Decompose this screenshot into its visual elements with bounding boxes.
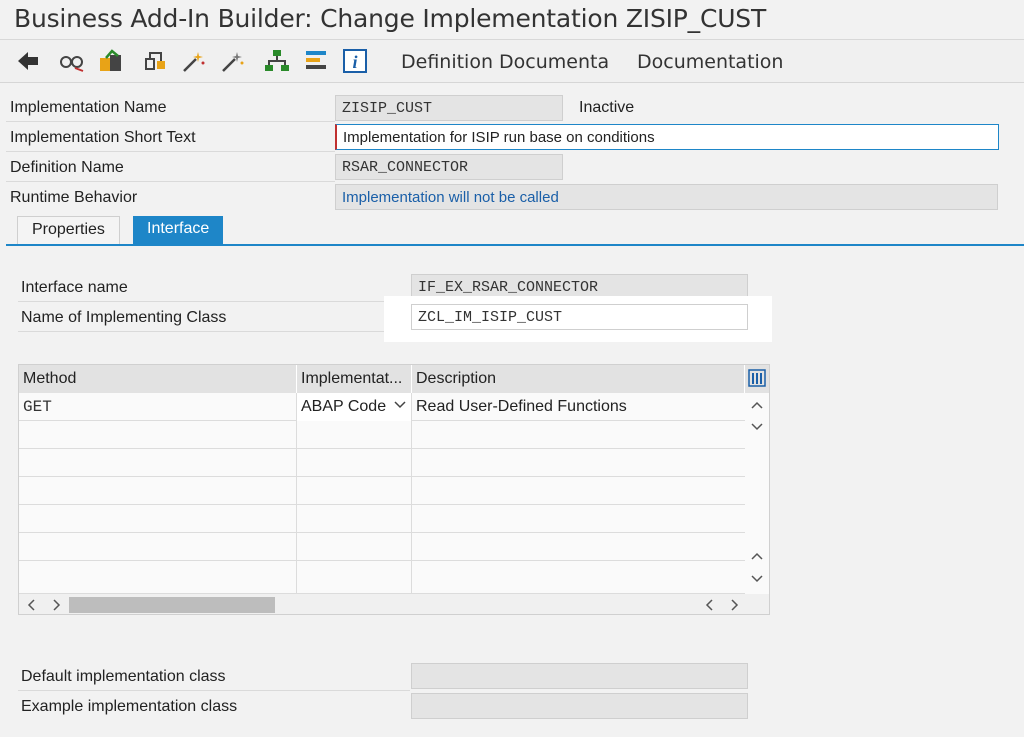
runtime-behavior-label: Runtime Behavior <box>10 189 138 206</box>
overview-list-icon[interactable] <box>303 48 329 74</box>
column-header-implementation[interactable]: Implementat... <box>297 365 412 393</box>
window-title: Business Add-In Builder: Change Implemen… <box>14 4 767 33</box>
documentation-button[interactable]: Documentation <box>637 51 783 73</box>
table-row[interactable] <box>19 477 745 505</box>
svg-text:i: i <box>352 52 357 72</box>
implementation-cell <box>297 449 412 477</box>
scroll-down-icon[interactable] <box>751 419 763 435</box>
implementation-cell <box>297 421 412 449</box>
implementation-cell <box>297 505 412 533</box>
horizontal-scroll-thumb[interactable] <box>69 597 275 613</box>
table-row[interactable] <box>19 449 745 477</box>
hierarchy-icon[interactable] <box>264 48 290 74</box>
tab-strip-divider <box>6 244 1024 246</box>
methods-table: Method Implementat... Description GET AB… <box>18 364 770 615</box>
impl-status: Inactive <box>579 99 635 116</box>
method-cell <box>19 533 297 561</box>
table-settings-icon[interactable] <box>745 365 769 393</box>
scroll-left-icon[interactable] <box>705 598 715 614</box>
row-divider <box>6 151 335 152</box>
short-text-input[interactable]: Implementation for ISIP run base on cond… <box>335 124 999 150</box>
table-row[interactable] <box>19 533 745 561</box>
default-class-label: Default implementation class <box>21 668 226 685</box>
impl-name-label: Implementation Name <box>10 99 167 116</box>
row-divider <box>6 181 335 182</box>
description-cell: Read User-Defined Functions <box>416 398 627 415</box>
definition-name-field: RSAR_CONNECTOR <box>335 154 563 180</box>
scroll-right-icon[interactable] <box>51 598 61 614</box>
scroll-page-up-icon[interactable] <box>751 548 763 564</box>
implementation-cell <box>297 477 412 505</box>
interface-name-label: Interface name <box>21 279 128 296</box>
method-cell <box>19 561 297 594</box>
implementing-class-field[interactable]: ZCL_IM_ISIP_CUST <box>411 304 748 330</box>
tab-interface[interactable]: Interface <box>133 216 224 244</box>
table-row[interactable] <box>19 505 745 533</box>
object-list-icon[interactable] <box>143 48 169 74</box>
toggle-change-icon[interactable] <box>98 48 124 74</box>
scroll-left-icon[interactable] <box>27 598 37 614</box>
scroll-up-icon[interactable] <box>751 397 763 413</box>
scroll-page-down-icon[interactable] <box>751 571 763 587</box>
example-class-field <box>411 693 748 719</box>
vertical-scrollbar[interactable] <box>745 393 769 595</box>
row-divider <box>18 331 384 332</box>
chevron-down-icon[interactable] <box>394 397 406 416</box>
scroll-right-icon[interactable] <box>729 598 739 614</box>
impl-name-field: ZISIP_CUST <box>335 95 563 121</box>
back-arrow-icon[interactable] <box>15 48 41 74</box>
definition-documentation-button[interactable]: Definition Documenta <box>401 51 609 73</box>
row-divider <box>18 301 410 302</box>
definition-name-label: Definition Name <box>10 159 124 176</box>
tab-properties[interactable]: Properties <box>17 216 120 244</box>
display-glasses-icon[interactable] <box>59 48 85 74</box>
info-icon[interactable]: i <box>342 48 368 74</box>
method-cell <box>19 477 297 505</box>
short-text-label: Implementation Short Text <box>10 129 196 146</box>
table-row[interactable] <box>19 561 745 594</box>
table-row[interactable]: GET ABAP Code Read User-Defined Function… <box>19 393 745 421</box>
row-divider <box>18 690 410 691</box>
toolbar: i Definition Documenta Documentation <box>0 40 1024 83</box>
horizontal-scrollbar[interactable] <box>19 594 769 614</box>
implementation-select[interactable]: ABAP Code <box>297 393 412 421</box>
deactivate-wand-icon[interactable] <box>220 48 246 74</box>
implementation-value: ABAP Code <box>301 398 387 415</box>
implementation-cell <box>297 533 412 561</box>
row-divider <box>6 121 335 122</box>
column-header-method[interactable]: Method <box>19 365 297 393</box>
default-class-field <box>411 663 748 689</box>
method-cell <box>19 449 297 477</box>
activate-wand-icon[interactable] <box>181 48 207 74</box>
example-class-label: Example implementation class <box>21 698 238 715</box>
method-cell: GET <box>19 393 297 421</box>
implementing-class-label: Name of Implementing Class <box>21 309 227 326</box>
column-header-description[interactable]: Description <box>412 365 745 393</box>
method-cell <box>19 505 297 533</box>
table-row[interactable] <box>19 421 745 449</box>
method-cell <box>19 421 297 449</box>
implementation-cell <box>297 561 412 594</box>
runtime-behavior-field: Implementation will not be called <box>335 184 998 210</box>
